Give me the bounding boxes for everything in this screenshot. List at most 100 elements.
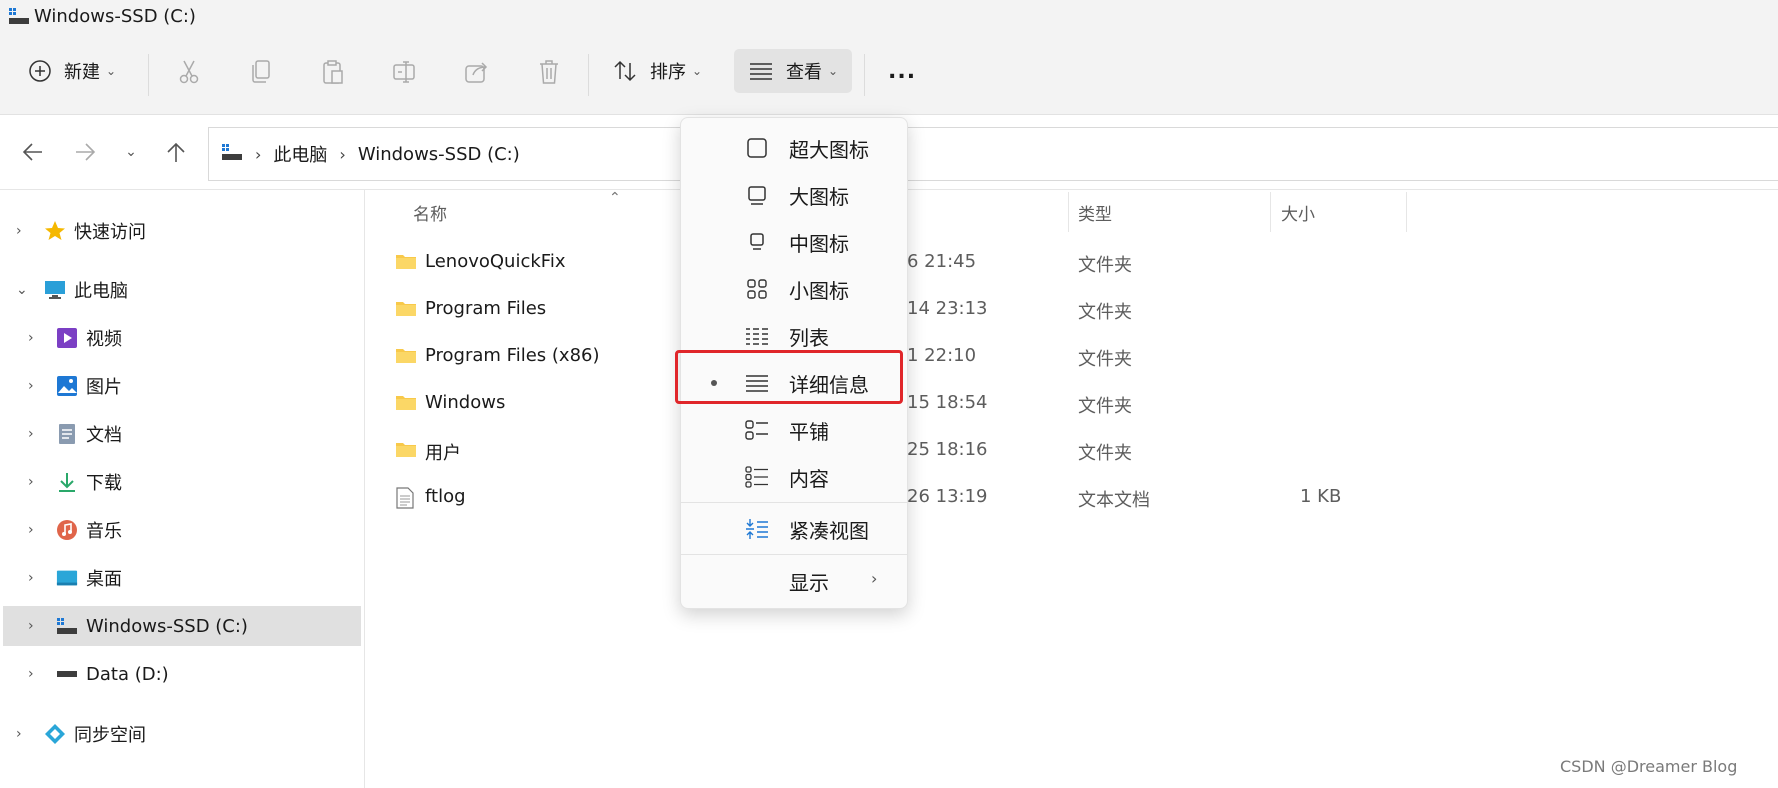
file-date: 1 22:10 xyxy=(907,345,977,366)
sidebar-item-label: 快速访问 xyxy=(74,222,146,243)
file-name: ftlog xyxy=(425,486,466,507)
star-icon xyxy=(44,220,66,242)
back-arrow-icon[interactable] xyxy=(18,137,48,167)
sidebar-item-drive-c[interactable]: › Windows-SSD (C:) xyxy=(3,606,361,646)
extra-large-icons-icon xyxy=(745,136,769,160)
chevron-right-icon[interactable]: › xyxy=(28,426,34,442)
folder-icon xyxy=(395,299,417,322)
menu-item-label: 内容 xyxy=(789,467,829,491)
menu-divider xyxy=(681,554,907,555)
up-arrow-icon[interactable] xyxy=(161,137,191,167)
file-date: 15 18:54 xyxy=(907,392,988,413)
file-row[interactable]: Program Files 14 23:13 文件夹 xyxy=(365,289,1465,329)
chevron-right-icon[interactable]: › xyxy=(28,330,34,346)
drive-icon xyxy=(56,615,78,637)
download-icon xyxy=(56,471,78,493)
paste-icon[interactable] xyxy=(320,59,346,85)
sidebar-item-music[interactable]: › 音乐 xyxy=(0,510,362,550)
toolbar-divider xyxy=(148,54,149,96)
file-row[interactable]: LenovoQuickFix 6 21:45 文件夹 xyxy=(365,242,1465,282)
column-divider[interactable] xyxy=(1068,192,1069,232)
sidebar-item-this-pc[interactable]: ⌄ 此电脑 xyxy=(0,270,362,310)
new-button[interactable]: 新建 ⌄ xyxy=(28,49,116,93)
chevron-right-icon[interactable]: › xyxy=(16,726,22,742)
cut-icon[interactable] xyxy=(176,59,202,85)
menu-item-compact-view[interactable]: 紧凑视图 xyxy=(681,505,907,551)
menu-item-show[interactable]: 显示 › xyxy=(681,557,907,603)
sidebar-item-label: 同步空间 xyxy=(74,725,146,746)
sidebar-item-quick-access[interactable]: › 快速访问 xyxy=(0,211,362,251)
breadcrumb-drive-c[interactable]: Windows-SSD (C:) xyxy=(358,144,520,165)
file-name: LenovoQuickFix xyxy=(425,251,566,272)
rename-icon[interactable] xyxy=(392,59,418,85)
delete-icon[interactable] xyxy=(536,59,562,85)
tiles-icon xyxy=(745,418,769,442)
sidebar-item-desktop[interactable]: › 桌面 xyxy=(0,558,362,598)
menu-item-large-icons[interactable]: 大图标 xyxy=(681,171,907,217)
address-bar[interactable]: › 此电脑 › Windows-SSD (C:) xyxy=(208,127,1778,181)
file-type: 文件夹 xyxy=(1078,396,1132,417)
copy-icon[interactable] xyxy=(248,59,274,85)
chevron-right-icon[interactable]: › xyxy=(28,522,34,538)
forward-arrow-icon[interactable] xyxy=(70,137,100,167)
menu-item-label: 显示 xyxy=(789,571,829,595)
menu-item-small-icons[interactable]: 小图标 xyxy=(681,265,907,311)
column-divider[interactable] xyxy=(1270,192,1271,232)
chevron-right-icon: › xyxy=(255,144,262,164)
recent-locations-chevron-icon[interactable]: ⌄ xyxy=(116,137,146,167)
menu-item-medium-icons[interactable]: 中图标 xyxy=(681,218,907,264)
sort-button[interactable]: 排序 ⌄ xyxy=(612,49,702,93)
file-row[interactable]: 用户 25 18:16 文件夹 xyxy=(365,430,1465,470)
sidebar-item-drive-d[interactable]: › Data (D:) xyxy=(0,654,362,694)
column-header-type[interactable]: 类型 xyxy=(1078,200,1112,225)
desktop-icon xyxy=(56,567,78,589)
sidebar-item-documents[interactable]: › 文档 xyxy=(0,414,362,454)
chevron-right-icon[interactable]: › xyxy=(16,223,22,239)
column-divider[interactable] xyxy=(1406,192,1407,232)
breadcrumb-this-pc[interactable]: 此电脑 xyxy=(273,141,327,167)
share-icon[interactable] xyxy=(464,59,490,85)
chevron-right-icon[interactable]: › xyxy=(28,378,34,394)
chevron-right-icon: › xyxy=(339,144,346,164)
file-row[interactable]: ftlog 26 13:19 文本文档 1 KB xyxy=(365,477,1465,517)
view-button[interactable]: 查看 ⌄ xyxy=(734,49,853,93)
file-date: 26 13:19 xyxy=(907,486,988,507)
file-row[interactable]: Program Files (x86) 1 22:10 文件夹 xyxy=(365,336,1465,376)
sidebar-item-videos[interactable]: › 视频 xyxy=(0,318,362,358)
folder-icon xyxy=(395,393,417,416)
sidebar-item-label: 桌面 xyxy=(86,569,122,590)
compact-view-icon xyxy=(745,517,769,541)
file-date: 6 21:45 xyxy=(907,251,977,272)
chevron-right-icon[interactable]: › xyxy=(28,570,34,586)
column-header-name[interactable]: 名称 xyxy=(413,200,447,225)
file-type: 文件夹 xyxy=(1078,302,1132,323)
menu-item-label: 大图标 xyxy=(789,185,849,209)
chevron-down-icon[interactable]: ⌄ xyxy=(16,282,28,298)
sidebar-item-pictures[interactable]: › 图片 xyxy=(0,366,362,406)
chevron-right-icon[interactable]: › xyxy=(28,666,34,682)
menu-item-content[interactable]: 内容 xyxy=(681,453,907,499)
drive-icon xyxy=(8,6,30,30)
details-view-icon xyxy=(750,63,772,80)
file-type: 文件夹 xyxy=(1078,349,1132,370)
chevron-right-icon[interactable]: › xyxy=(28,474,34,490)
file-row[interactable]: Windows 15 18:54 文件夹 xyxy=(365,383,1465,423)
medium-icons-icon xyxy=(745,230,769,254)
more-options-button[interactable]: ... xyxy=(888,49,916,93)
menu-item-extra-large-icons[interactable]: 超大图标 xyxy=(681,124,907,170)
sidebar-item-downloads[interactable]: › 下载 xyxy=(0,462,362,502)
file-name: 用户 xyxy=(425,443,461,464)
navigation-pane: › 快速访问 ⌄ 此电脑 › 视频 › 图片 › 文档 › 下载 › 音乐 › … xyxy=(0,190,365,788)
file-date: 14 23:13 xyxy=(907,298,988,319)
list-icon xyxy=(745,324,769,348)
folder-icon xyxy=(395,252,417,275)
sidebar-item-label: Windows-SSD (C:) xyxy=(86,615,248,637)
sort-ascending-icon: ⌃ xyxy=(609,190,621,206)
drive-icon xyxy=(56,663,78,685)
chevron-right-icon[interactable]: › xyxy=(28,618,34,634)
column-header-size[interactable]: 大小 xyxy=(1281,200,1315,225)
menu-item-tiles[interactable]: 平铺 xyxy=(681,406,907,452)
menu-item-label: 中图标 xyxy=(789,232,849,256)
sidebar-item-sync-space[interactable]: › 同步空间 xyxy=(0,714,362,754)
text-file-icon xyxy=(395,487,415,514)
